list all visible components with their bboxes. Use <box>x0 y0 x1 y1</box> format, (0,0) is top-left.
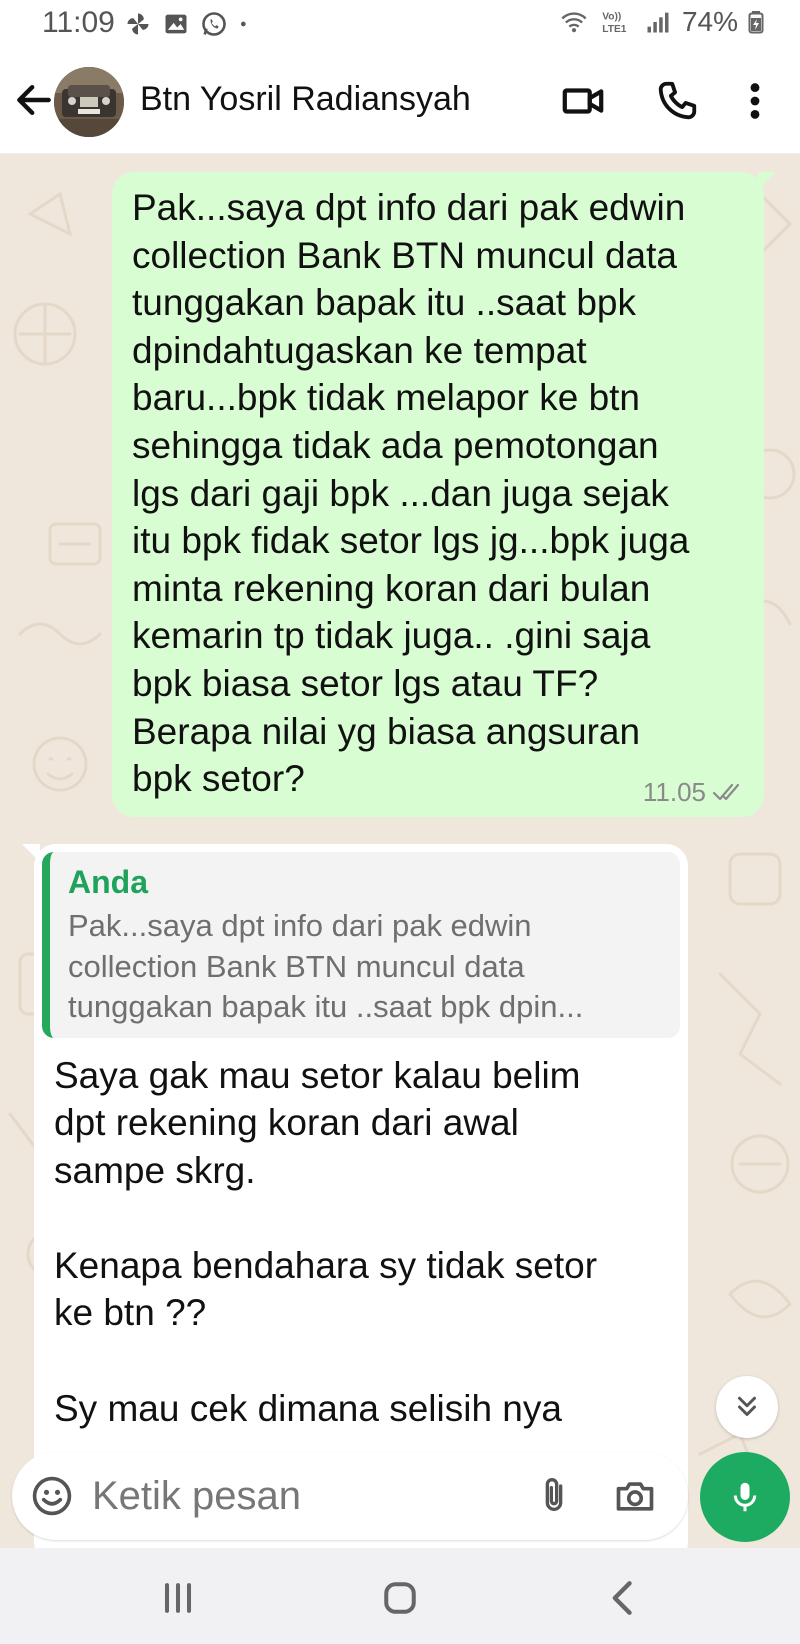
recent-apps-icon[interactable] <box>156 1576 200 1620</box>
back-nav-icon[interactable] <box>602 1576 646 1620</box>
scroll-to-bottom-button[interactable] <box>716 1376 778 1438</box>
pinwheel-icon <box>127 13 149 35</box>
chat-area[interactable]: Pak...saya dpt info dari pak edwin colle… <box>0 154 800 1548</box>
system-navigation-bar <box>0 1548 800 1644</box>
whatsapp-icon <box>202 12 226 36</box>
battery-icon <box>748 11 764 34</box>
dot-icon <box>241 21 246 27</box>
double-check-read-icon <box>712 783 740 800</box>
gallery-icon <box>165 14 187 34</box>
avatar[interactable] <box>54 67 124 137</box>
system-icons: Vo)) LTE1 74% <box>558 6 764 38</box>
microphone-icon <box>733 1482 757 1512</box>
emoji-icon[interactable] <box>30 1474 74 1518</box>
notification-icons <box>124 10 254 38</box>
video-call-icon[interactable] <box>560 78 606 124</box>
message-meta: 11.05 <box>643 777 746 807</box>
message-input[interactable] <box>92 1466 512 1526</box>
contact-name[interactable]: Btn Yosril Radiansyah <box>140 80 471 119</box>
message-text: Pak...saya dpt info dari pak edwin colle… <box>132 187 690 800</box>
back-arrow-icon[interactable] <box>12 78 56 122</box>
bubble-tail <box>758 172 776 190</box>
double-chevron-down-icon <box>738 1396 756 1416</box>
svg-text:Vo)): Vo)) <box>602 12 621 23</box>
status-bar: 11:09 Vo)) LTE1 74% <box>0 0 800 50</box>
bubble-tail <box>22 844 40 862</box>
message-time: 11.05 <box>642 776 706 807</box>
battery-percent: 74% <box>681 6 738 37</box>
message-text: Saya gak mau setor kalau belim dpt reken… <box>54 1054 598 1429</box>
quote-author: Anda <box>68 864 148 900</box>
message-composer <box>12 1452 688 1540</box>
avatar-car-image <box>54 67 124 137</box>
status-time: 11:09 <box>42 6 115 39</box>
home-icon[interactable] <box>378 1576 422 1620</box>
signal-icon <box>647 12 669 33</box>
camera-icon[interactable] <box>612 1474 658 1518</box>
svg-text:LTE1: LTE1 <box>602 24 626 35</box>
wifi-icon <box>561 12 587 33</box>
volte-icon: Vo))LTE1 <box>602 12 626 35</box>
quote-text: Pak...saya dpt info dari pak edwin colle… <box>68 908 584 1024</box>
voice-call-icon[interactable] <box>654 78 700 124</box>
paperclip-icon[interactable] <box>534 1472 574 1520</box>
voice-message-button[interactable] <box>700 1452 790 1542</box>
more-vert-icon[interactable] <box>740 78 770 124</box>
outgoing-message-bubble[interactable]: Pak...saya dpt info dari pak edwin colle… <box>112 172 776 817</box>
quoted-message[interactable]: Anda Pak...saya dpt info dari pak edwin … <box>42 852 680 1038</box>
chat-header: Btn Yosril Radiansyah <box>0 50 800 154</box>
incoming-message-bubble[interactable]: Anda Pak...saya dpt info dari pak edwin … <box>22 844 688 1548</box>
